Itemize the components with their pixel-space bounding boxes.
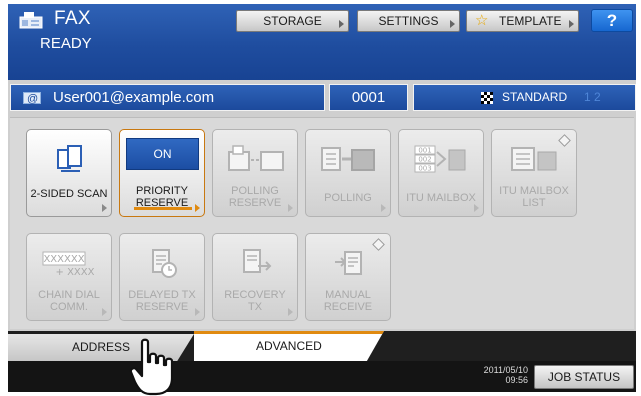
itu-mailbox-icon: 001 002 003 <box>414 145 466 173</box>
priority-on-badge: ON <box>126 138 199 170</box>
delayed-tx-reserve-button[interactable]: DELAYED TX RESERVE <box>119 233 205 321</box>
polling-button[interactable]: POLLING <box>305 129 391 217</box>
manual-receive-icon <box>335 251 362 275</box>
date-text: 2011/05/10 <box>483 365 528 375</box>
header-bar: FAX READY STORAGE SETTINGS ☆ TEMPLATE ? <box>8 4 636 80</box>
machine-status: READY <box>40 35 92 52</box>
help-button[interactable]: ? <box>591 9 633 32</box>
settings-button[interactable]: SETTINGS <box>357 10 460 32</box>
footer-bar: 2011/05/10 09:56 JOB STATUS <box>8 361 636 392</box>
chevron-right-icon <box>474 204 479 212</box>
polling-reserve-label: POLLING RESERVE <box>213 185 297 209</box>
chevron-right-icon <box>195 308 200 316</box>
destination-count: 0001 <box>329 84 408 111</box>
duplex-scan-icon <box>57 145 82 172</box>
diamond-icon <box>372 238 385 251</box>
chevron-right-icon <box>450 20 455 28</box>
chevron-right-icon <box>288 308 293 316</box>
priority-reserve-button[interactable]: ON PRIORITY RESERVE <box>119 129 205 217</box>
storage-button[interactable]: STORAGE <box>236 10 349 32</box>
itu-mailbox-list-button[interactable]: ITU MAILBOX LIST <box>491 129 577 217</box>
chain-dial-comm-label-line1: CHAIN DIAL <box>38 289 100 301</box>
recovery-tx-button[interactable]: RECOVERY TX <box>212 233 298 321</box>
polling-reserve-button[interactable]: POLLING RESERVE <box>212 129 298 217</box>
line-indicator: 1 2 <box>584 90 601 104</box>
template-button-label: TEMPLATE <box>499 14 562 28</box>
tab-bar: ADDRESS ADVANCED <box>8 331 636 361</box>
itu-mailbox-label: ITU MAILBOX <box>406 192 476 204</box>
resolution-checker-icon <box>481 92 493 104</box>
tab-advanced[interactable]: ADVANCED <box>194 331 384 361</box>
itu-mailbox-button[interactable]: 001 002 003 ITU MAILBOX <box>398 129 484 217</box>
fax-screen: FAX READY STORAGE SETTINGS ☆ TEMPLATE ? … <box>8 4 636 392</box>
resolution-display: STANDARD 1 2 <box>413 84 636 111</box>
mailbox-number-003: 003 <box>418 165 431 173</box>
recovery-tx-label-line1: RECOVERY <box>224 289 286 301</box>
itu-mailbox-list-label-line2: LIST <box>522 197 546 209</box>
polling-reserve-label-line2: RESERVE <box>228 197 282 209</box>
delayed-tx-icon <box>152 249 177 278</box>
2-sided-scan-label: 2-SIDED SCAN <box>30 188 108 200</box>
recovery-tx-label: RECOVERY TX <box>213 289 297 313</box>
time-text: 09:56 <box>505 375 528 385</box>
itu-mailbox-list-label-line1: ITU MAILBOX <box>499 185 569 197</box>
storage-button-label: STORAGE <box>263 14 322 28</box>
chain-dial-comm-label: CHAIN DIAL COMM. <box>27 289 111 313</box>
selected-indicator <box>134 207 192 210</box>
fax-machine-icon <box>19 12 43 29</box>
manual-receive-button[interactable]: MANUAL RECEIVE <box>305 233 391 321</box>
itu-mailbox-list-label: ITU MAILBOX LIST <box>492 185 576 209</box>
priority-reserve-label-line1: PRIORITY <box>136 185 188 197</box>
chevron-right-icon <box>569 20 574 28</box>
delayed-tx-reserve-label-line2: RESERVE <box>135 301 189 313</box>
advanced-function-panel: 2-SIDED SCAN ON PRIORITY RESERVE POLLING… <box>10 117 634 329</box>
itu-mailbox-list-icon <box>511 147 557 171</box>
date-time-display: 2011/05/10 09:56 <box>466 365 528 385</box>
destination-bar: User001@example.com 0001 STANDARD 1 2 <box>8 80 636 115</box>
chevron-right-icon <box>288 204 293 212</box>
hand-pointer-icon <box>129 338 174 396</box>
chain-dial-icon-top: XXXXXX <box>43 254 84 265</box>
polling-icon <box>321 147 375 171</box>
delayed-tx-reserve-label: DELAYED TX RESERVE <box>120 289 204 313</box>
chevron-right-icon <box>339 20 344 28</box>
manual-receive-label: MANUAL RECEIVE <box>306 289 390 313</box>
app-title: FAX <box>54 8 91 29</box>
chain-dial-icon: XXXXXX + XXXX <box>42 251 95 278</box>
settings-button-label: SETTINGS <box>378 14 439 28</box>
polling-reserve-icon <box>228 145 284 171</box>
manual-receive-label-line2: RECEIVE <box>323 301 373 313</box>
star-icon: ☆ <box>475 12 489 29</box>
recovery-tx-label-line2: TX <box>247 301 263 313</box>
chain-dial-icon-bottom: + XXXX <box>56 267 95 278</box>
chevron-right-icon <box>102 204 107 212</box>
priority-reserve-label: PRIORITY RESERVE <box>120 185 204 209</box>
chain-dial-comm-label-line2: COMM. <box>50 301 88 313</box>
mailbox-number-001: 001 <box>418 147 431 155</box>
destination-display[interactable]: User001@example.com <box>10 84 325 112</box>
2-sided-scan-button[interactable]: 2-SIDED SCAN <box>26 129 112 217</box>
mailbox-number-002: 002 <box>418 156 431 164</box>
chevron-right-icon <box>102 308 107 316</box>
chevron-right-icon <box>381 204 386 212</box>
polling-label: POLLING <box>324 192 372 204</box>
recovery-tx-icon <box>243 249 272 273</box>
job-status-button[interactable]: JOB STATUS <box>534 365 634 389</box>
job-status-label: JOB STATUS <box>547 370 621 384</box>
delayed-tx-reserve-label-line1: DELAYED TX <box>128 289 196 301</box>
template-button[interactable]: ☆ TEMPLATE <box>466 10 579 32</box>
chain-dial-comm-button[interactable]: XXXXXX + XXXX CHAIN DIAL COMM. <box>26 233 112 321</box>
polling-reserve-label-line1: POLLING <box>231 185 279 197</box>
resolution-label: STANDARD <box>502 90 568 104</box>
manual-receive-label-line1: MANUAL <box>325 289 371 301</box>
destination-address: User001@example.com <box>53 89 215 106</box>
chevron-right-icon <box>195 204 200 212</box>
email-icon <box>23 87 41 112</box>
